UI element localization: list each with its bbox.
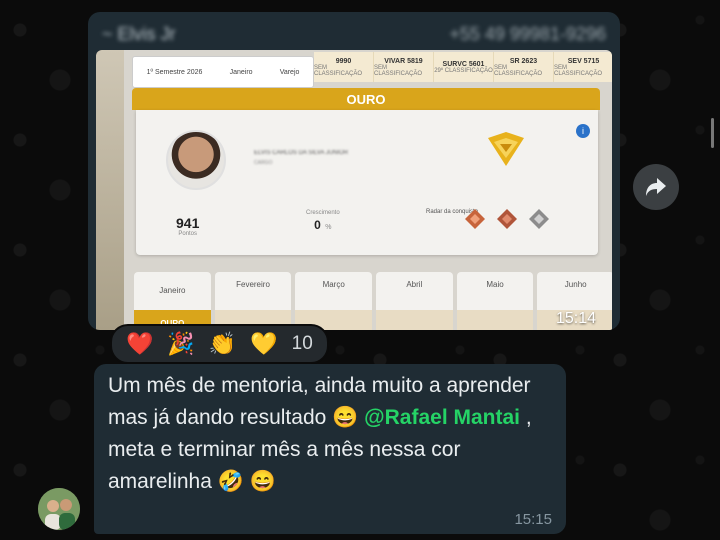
photo-filter-bar: 1º Semestre 2026 Janeiro Varejo <box>132 56 314 88</box>
photo-points: 941 Pontos <box>176 215 199 237</box>
photo-score-item: SURVC 5601 29º CLASSIFICAÇÃO <box>434 52 494 82</box>
bronze-badge-icon <box>465 209 485 229</box>
sender-row: ~ Elvis Jr +55 49 99981-9296 <box>102 22 606 46</box>
sender-avatar[interactable] <box>38 488 80 530</box>
photo-background-edge <box>96 50 124 330</box>
photo-filter-semester: 1º Semestre 2026 <box>146 68 203 76</box>
photo-growth: Crescimento 0 % <box>306 210 340 234</box>
reaction-yellow-heart: 💛 <box>250 331 278 356</box>
text-message-time: 15:15 <box>514 511 552 528</box>
photo-month-card: Março <box>295 272 373 330</box>
scrollbar-handle[interactable] <box>711 118 714 148</box>
photo-monitor-screen: 1º Semestre 2026 Janeiro Varejo 9990 SEM … <box>124 50 612 330</box>
text-message-bubble[interactable]: Um mês de mentoria, ainda muito a aprend… <box>94 364 566 534</box>
photo-month-card: Maio <box>456 272 534 330</box>
photo-badge-row <box>464 208 550 230</box>
shared-photo[interactable]: 1º Semestre 2026 Janeiro Varejo 9990 SEM … <box>96 50 612 330</box>
reaction-heart: ❤️ <box>126 331 154 356</box>
forward-button[interactable] <box>633 164 679 210</box>
image-message-bubble[interactable]: ~ Elvis Jr +55 49 99981-9296 1º Semestre… <box>88 12 620 330</box>
photo-tier-header: OURO <box>132 88 600 110</box>
forward-icon <box>646 178 666 196</box>
photo-person-name: ELVIS CARLOS DA SILVA JUNIOR <box>254 150 349 156</box>
copper-badge-icon <box>497 209 517 229</box>
gold-tier-emblem-icon <box>488 132 524 166</box>
photo-filter-segment: Varejo <box>279 68 300 76</box>
photo-month-card: Abril <box>376 272 453 330</box>
sender-phone[interactable]: +55 49 99981-9296 <box>449 24 606 45</box>
photo-score-item: 9990 SEM CLASSIFICAÇÃO <box>314 52 374 82</box>
photo-points-value: 941 <box>176 215 200 231</box>
photo-profile-card: ELVIS CARLOS DA SILVA JUNIOR CARGO 941 P… <box>136 110 598 255</box>
reaction-clap: 👏 <box>208 331 237 356</box>
photo-growth-value: 0 <box>314 218 321 232</box>
reaction-count: 10 <box>291 333 313 354</box>
photo-growth-unit: % <box>325 224 332 231</box>
avatar-photo <box>38 488 80 530</box>
photo-filter-month: Janeiro <box>229 68 253 76</box>
info-icon: i <box>576 124 590 138</box>
photo-person-avatar <box>166 130 226 190</box>
sender-name[interactable]: ~ Elvis Jr <box>102 24 176 45</box>
photo-score-item: VIVAR 5819 SEM CLASSIFICAÇÃO <box>374 52 434 82</box>
image-message-time: 15:14 <box>555 310 596 327</box>
photo-growth-label: Crescimento <box>306 210 340 216</box>
photo-month-card: Janeiro OURO <box>134 272 211 330</box>
message-text: Um mês de mentoria, ainda muito a aprend… <box>108 370 548 498</box>
photo-person-role: CARGO <box>254 160 273 166</box>
photo-score-strip: 9990 SEM CLASSIFICAÇÃO VIVAR 5819 SEM CLAS… <box>314 52 612 82</box>
photo-score-item: SR 2623 SEM CLASSIFICAÇÃO <box>494 52 554 82</box>
mention-link[interactable]: @Rafael Mantai <box>364 406 520 429</box>
photo-points-label: Pontos <box>178 231 198 237</box>
photo-score-item: SEV 5715 SEM CLASSIFICAÇÃO <box>554 52 612 82</box>
silver-badge-icon <box>529 209 549 229</box>
photo-months-row: Janeiro OURO Fevereiro Março Abril Maio J… <box>134 272 612 330</box>
reactions-bar[interactable]: ❤️ 🎉 👏 💛 10 <box>110 324 329 364</box>
photo-month-card: Fevereiro <box>214 272 292 330</box>
reaction-party: 🎉 <box>167 331 195 356</box>
